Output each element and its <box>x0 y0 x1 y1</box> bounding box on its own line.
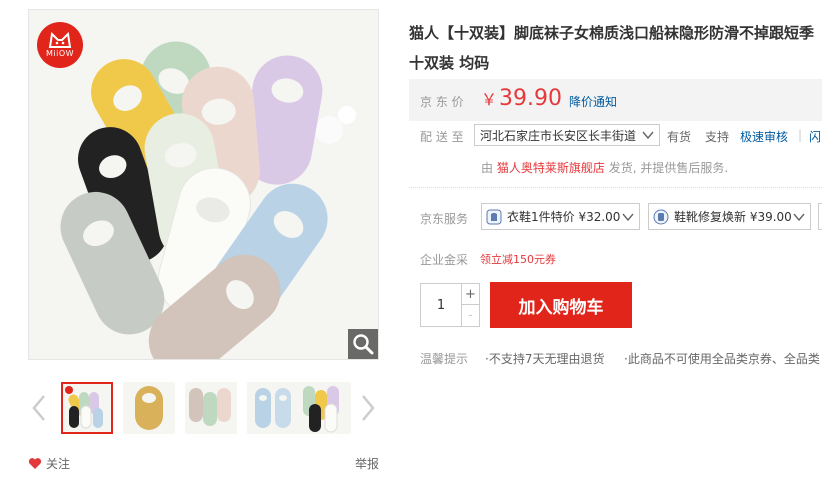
quantity-input[interactable]: 1 <box>420 283 462 327</box>
thumbnail-1-image <box>63 384 111 432</box>
report-link[interactable]: 举报 <box>355 455 379 472</box>
price-currency: ￥ <box>481 90 498 109</box>
thumbnail-2[interactable] <box>123 382 175 434</box>
thumbnail-5[interactable] <box>299 382 351 434</box>
thumbnail-1[interactable] <box>61 382 113 434</box>
coupon-link[interactable]: 领立减150元券 <box>480 251 556 267</box>
service-option-more[interactable] <box>818 203 822 230</box>
magnifier-icon <box>353 334 374 355</box>
thumbnail-4-image <box>247 382 299 434</box>
seller-line: 由 猫人奥特莱斯旗舰店 发货, 并提供售后服务. <box>481 159 728 176</box>
heart-icon <box>28 458 42 469</box>
main-product-image[interactable]: MiiOW <box>28 9 379 360</box>
thumbnail-strip <box>61 380 351 436</box>
tips-label: 温馨提示 <box>420 352 469 366</box>
tip-item: ·不支持7天无理由退货 <box>485 352 605 366</box>
stock-status: 有货 <box>667 130 692 144</box>
brand-logo-text: MiiOW <box>45 49 75 58</box>
chevron-down-icon <box>642 131 654 140</box>
delivery-label: 配 送 至 <box>420 130 464 144</box>
express-review-link[interactable]: 极速审核 <box>740 128 788 145</box>
price-drop-notice-link[interactable]: 降价通知 <box>569 93 617 110</box>
chevron-down-icon <box>622 213 634 221</box>
tip-item: ·此商品不可使用全品类京券、全品类 <box>624 352 820 366</box>
chevron-right-icon <box>362 395 375 421</box>
quantity-decrease-button[interactable]: - <box>462 305 480 327</box>
address-value: 河北石家庄市长安区长丰街道 <box>480 128 637 143</box>
product-title: 猫人【十双装】脚底袜子女棉质浅口船袜隐形防滑不掉跟短季 十双装 均码 <box>409 24 815 72</box>
thumbnail-3[interactable] <box>185 382 237 434</box>
service-option-clothing[interactable]: 衣鞋1件特价 ¥32.00 <box>481 203 640 230</box>
thumb-next-button[interactable] <box>357 390 379 426</box>
price: ￥ 39.90 <box>481 86 562 111</box>
service-option-shoe-repair[interactable]: 鞋靴修复焕新 ¥39.00 <box>648 203 811 230</box>
socks-photo <box>29 10 378 359</box>
corporate-label: 企业金采 <box>420 253 469 267</box>
seller-shop-link[interactable]: 猫人奥特莱斯旗舰店 <box>497 161 605 175</box>
address-selector[interactable]: 河北石家庄市长安区长丰街道 <box>474 124 660 146</box>
flash-delivery-link[interactable]: 闪 <box>809 128 821 145</box>
shoe-repair-icon <box>653 209 669 224</box>
services-label: 京东服务 <box>420 212 469 226</box>
chevron-left-icon <box>32 395 45 421</box>
cat-ears-icon <box>48 32 72 48</box>
add-to-cart-button[interactable]: 加入购物车 <box>490 282 632 328</box>
quantity-increase-button[interactable]: + <box>462 283 480 305</box>
thumbnail-2-image <box>123 382 175 434</box>
seller-prefix: 由 <box>481 161 494 175</box>
price-bar: 京 东 价 ￥ 39.90 降价通知 <box>409 79 822 121</box>
zoom-button[interactable] <box>348 329 378 359</box>
seller-suffix: 发货, 并提供售后服务. <box>608 161 729 175</box>
thumbnail-4[interactable] <box>247 382 299 434</box>
price-value: 39.90 <box>499 86 562 111</box>
brand-logo: MiiOW <box>37 22 83 68</box>
thumbnail-5-image <box>299 382 351 434</box>
divider <box>409 187 822 188</box>
separator: | <box>798 128 803 142</box>
chevron-down-icon <box>793 213 805 221</box>
follow-button[interactable]: 关注 <box>28 455 70 472</box>
support-label: 支持 <box>705 130 730 144</box>
service-option-clothing-label: 衣鞋1件特价 ¥32.00 <box>507 210 621 224</box>
price-label: 京 东 价 <box>420 95 464 109</box>
thumbnail-3-image <box>185 382 237 434</box>
follow-label: 关注 <box>46 457 71 471</box>
service-option-shoe-repair-label: 鞋靴修复焕新 ¥39.00 <box>674 210 792 224</box>
clothing-service-icon <box>486 209 502 224</box>
thumb-prev-button[interactable] <box>28 390 50 426</box>
